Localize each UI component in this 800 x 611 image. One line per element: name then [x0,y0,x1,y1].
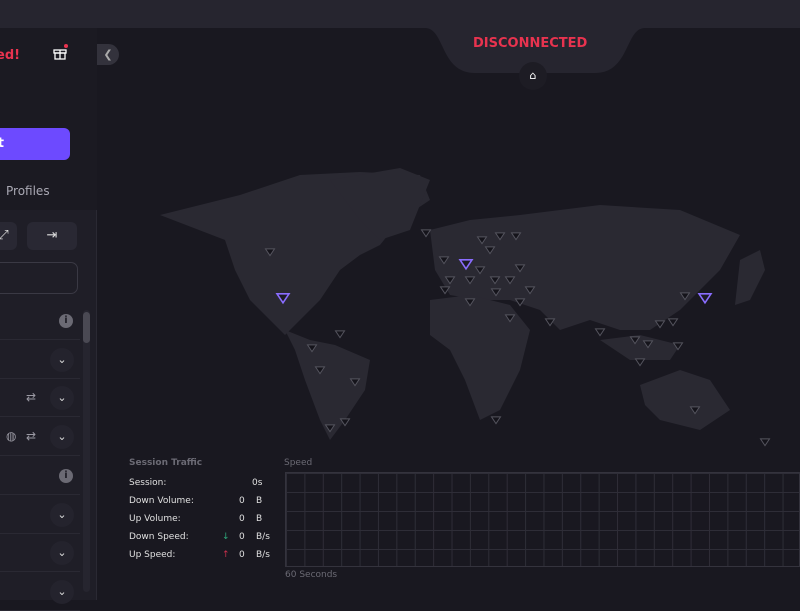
traffic-label: Down Volume: [129,496,194,506]
traffic-label: Down Speed: [129,532,189,542]
collapse-sidebar-button[interactable]: ❮ [97,44,119,65]
expand-button[interactable]: ⌄ [50,502,74,527]
connection-status: DISCONNECTED [473,36,588,51]
tor-icon: ◍ [6,429,17,444]
traffic-value: 0 [239,514,245,524]
arrow-up-icon: ↑ [222,550,230,560]
speed-axis-label: 60 Seconds [285,570,338,580]
expand-button[interactable]: ⌄ [50,347,74,372]
traffic-unit: B [256,496,263,506]
traffic-row: Down Speed: ↓ 0 B/s [129,532,274,550]
chevron-down-icon: ⌄ [57,391,67,405]
traffic-row: Up Speed: ↑ 0 B/s [129,550,274,568]
session-traffic: Session Traffic Session: 0s Down Volume: 0 B… [129,458,274,568]
traffic-row: Up Volume: 0 B [129,514,274,532]
sidebar-header: ed! t Profiles [0,28,97,210]
list-item[interactable]: ⌄ [0,534,80,573]
server-marker[interactable] [697,293,713,305]
gift-icon[interactable] [52,44,68,60]
chevron-down-icon: ⌄ [57,430,67,444]
chevron-down-icon: ⌄ [57,352,67,366]
traffic-title: Session Traffic [129,458,203,468]
list-item[interactable]: ⌄ [0,573,80,611]
traffic-value: 0 [239,496,245,506]
secure-core-icon: ⇄ [26,390,37,405]
traffic-value: 0 [239,532,245,542]
server-marker[interactable] [634,358,646,367]
chevron-down-icon: ⌄ [57,507,67,521]
expand-button[interactable]: ⌄ [50,579,74,604]
server-marker[interactable] [594,328,606,337]
scrollbar-thumb[interactable] [83,312,90,343]
traffic-label: Up Volume: [129,514,181,524]
home-icon: ⌂ [529,69,537,82]
list-item[interactable]: ⌄ ⇄ [0,379,80,418]
protection-status: ed! [0,48,21,63]
list-item[interactable]: ⌄ [0,341,80,379]
connect-button[interactable]: t [0,128,70,160]
filter-button[interactable]: ⤢ [0,222,17,250]
quick-connect-button[interactable]: ⇥ [27,222,77,250]
tab-profiles[interactable]: Profiles [6,184,50,198]
traffic-label: Session: [129,478,167,488]
info-icon[interactable]: i [59,468,73,483]
info-icon[interactable]: i [59,314,73,328]
search-input[interactable] [0,262,78,294]
world-map [160,168,771,447]
secure-core-icon: ⇄ [26,429,37,444]
speed-title: Speed [284,458,313,468]
expand-button[interactable]: ⌄ [50,425,74,450]
traffic-value: 0s [252,478,263,488]
server-marker[interactable] [420,229,432,238]
chevron-down-icon: ⌄ [57,584,67,598]
arrow-down-icon: ↓ [222,532,230,542]
home-button[interactable]: ⌂ [519,62,547,90]
chevron-left-icon: ❮ [103,48,113,61]
traffic-unit: B/s [256,550,270,560]
traffic-label: Up Speed: [129,550,176,560]
server-marker[interactable] [334,330,346,339]
traffic-row: Down Volume: 0 B [129,496,274,514]
server-marker[interactable] [490,416,502,425]
sidebar: ed! t Profiles ⤢ ⇥ i ⌄ ⌄ ⇄ ⌄ ◍ ⇄ i ⌄ ⌄ ⌄ [0,28,97,611]
traffic-value: 0 [239,550,245,560]
expand-button[interactable]: ⌄ [50,386,74,411]
list-item[interactable]: ⌄ [0,496,80,534]
list-section-header[interactable]: i [0,457,80,495]
traffic-unit: B [256,514,263,524]
chevron-down-icon: ⌄ [57,546,67,560]
expand-button[interactable]: ⌄ [50,541,74,566]
traffic-unit: B/s [256,532,270,542]
scrollbar[interactable] [83,310,90,592]
server-marker[interactable] [759,438,771,447]
traffic-row: Session: 0s [129,478,274,496]
list-item[interactable]: ⌄ ◍ ⇄ [0,418,80,457]
list-section-header[interactable]: i [0,302,80,340]
speed-graph [285,472,800,567]
title-bar [0,0,800,28]
server-marker[interactable] [667,318,679,327]
